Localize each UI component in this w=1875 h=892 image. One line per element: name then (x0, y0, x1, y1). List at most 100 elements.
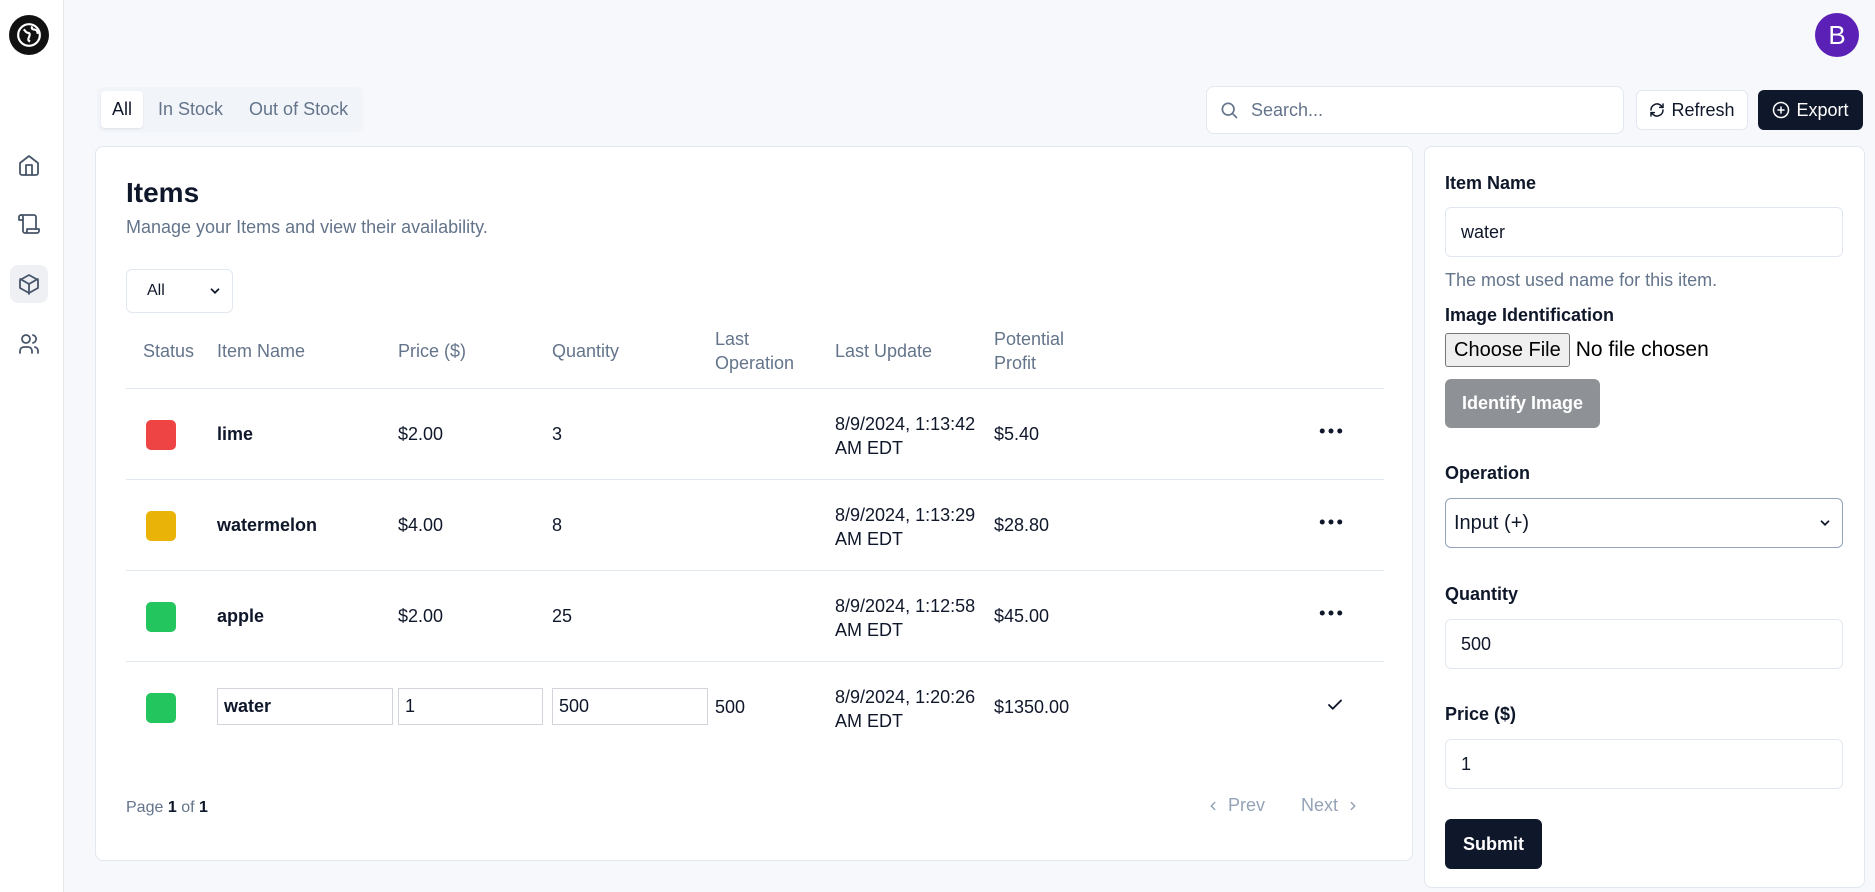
item-quantity: 3 (552, 424, 563, 444)
item-form-panel: Item Name water The most used name for t… (1424, 146, 1865, 888)
globe-icon (17, 23, 41, 47)
col-last-operation-line1: Last (715, 329, 750, 349)
app-logo[interactable] (9, 15, 49, 55)
item-price: $2.00 (398, 424, 444, 444)
update-date: 8/9/2024, 1:12:58 (835, 596, 976, 616)
item-price: $2.00 (398, 606, 444, 626)
file-input[interactable]: Choose File No file chosen (1445, 333, 1709, 367)
edit-item-name-input[interactable]: water (217, 688, 393, 725)
col-last-update: Last Update (835, 341, 933, 361)
update-date: 8/9/2024, 1:13:42 (835, 414, 976, 434)
price-input[interactable]: 1 (1445, 739, 1843, 789)
update-date: 8/9/2024, 1:13:29 (835, 505, 976, 525)
more-horizontal-icon[interactable] (1316, 603, 1346, 623)
col-status: Status (143, 341, 195, 361)
col-potential-profit: Potential Profit (994, 327, 1064, 375)
no-file-text: No file chosen (1575, 338, 1709, 361)
table-header: Status Item Name Price ($) Quantity Last… (126, 327, 1384, 389)
update-date: 8/9/2024, 1:20:26 (835, 687, 976, 707)
operation-value: Input (+) (1454, 511, 1530, 534)
filter-value: All (147, 282, 165, 299)
export-button[interactable]: Export (1758, 90, 1863, 130)
quantity-input[interactable]: 500 (1445, 619, 1843, 669)
page-subtitle: Manage your Items and view their availab… (126, 217, 488, 237)
page-title: Items (126, 177, 200, 208)
package-icon (19, 274, 39, 295)
sidebar (0, 0, 64, 892)
item-profit: $45.00 (994, 606, 1050, 626)
col-potential-profit-line2: Profit (994, 353, 1037, 373)
sidebar-item-items[interactable] (10, 265, 48, 303)
col-last-operation-line2: Operation (715, 353, 795, 373)
item-price: $4.00 (398, 515, 444, 535)
item-last-update: 8/9/2024, 1:13:42 AM EDT (835, 412, 975, 460)
item-name-hint: The most used name for this item. (1445, 270, 1718, 290)
item-name: lime (217, 424, 254, 444)
choose-file-button[interactable]: Choose File (1445, 333, 1570, 367)
next-label: Next (1301, 795, 1339, 815)
item-profit: $28.80 (994, 515, 1050, 535)
chevron-down-icon (1820, 520, 1830, 526)
item-profit: $5.40 (994, 424, 1040, 444)
more-horizontal-icon[interactable] (1316, 421, 1346, 441)
tab-all[interactable]: All (101, 91, 144, 128)
page-label: Page (126, 799, 164, 816)
operation-select[interactable]: Input (+) (1445, 498, 1843, 548)
item-name-input[interactable]: water (1445, 207, 1843, 257)
identify-image-button[interactable]: Identify Image (1445, 379, 1600, 428)
sidebar-item-scroll[interactable] (10, 205, 48, 243)
refresh-label: Refresh (1671, 99, 1735, 120)
search-input[interactable]: Search... (1206, 86, 1624, 134)
chevron-left-icon (1210, 801, 1216, 810)
tab-out-of-stock[interactable]: Out of Stock (238, 91, 359, 128)
refresh-icon (1650, 103, 1665, 117)
sidebar-item-users[interactable] (10, 325, 48, 363)
chevron-right-icon (1350, 801, 1356, 810)
next-page-button[interactable]: Next (1301, 795, 1360, 816)
item-name: watermelon (217, 515, 318, 535)
page-total: 1 (198, 799, 208, 816)
item-profit: $1350.00 (994, 697, 1070, 717)
table-row[interactable]: lime $2.00 3 8/9/2024, 1:13:42 AM EDT $5… (126, 389, 1384, 480)
stock-tabs: All In Stock Out of Stock (97, 87, 364, 132)
avatar-initial: B (1828, 19, 1846, 50)
col-price: Price ($) (398, 341, 467, 361)
col-last-operation: Last Operation (715, 327, 794, 375)
update-tz: AM EDT (835, 620, 904, 640)
avatar[interactable]: B (1815, 13, 1859, 57)
refresh-button[interactable]: Refresh (1636, 90, 1748, 130)
price-label: Price ($) (1445, 704, 1517, 724)
edit-price-input[interactable]: 1 (398, 688, 543, 725)
more-horizontal-icon[interactable] (1316, 512, 1346, 532)
export-label: Export (1796, 99, 1849, 120)
prev-label: Prev (1228, 795, 1266, 815)
edit-quantity-input[interactable]: 500 (552, 688, 708, 725)
item-last-update: 8/9/2024, 1:13:29 AM EDT (835, 503, 975, 551)
items-table: Status Item Name Price ($) Quantity Last… (126, 327, 1384, 753)
scroll-icon (18, 214, 40, 234)
status-indicator (146, 420, 176, 450)
submit-button[interactable]: Submit (1445, 819, 1542, 869)
item-last-operation: 500 (715, 697, 746, 717)
item-name-label: Item Name (1445, 173, 1537, 193)
table-row[interactable]: apple $2.00 25 8/9/2024, 1:12:58 AM EDT … (126, 571, 1384, 662)
item-last-update: 8/9/2024, 1:20:26 AM EDT (835, 685, 975, 733)
update-tz: AM EDT (835, 438, 904, 458)
table-row-editing[interactable]: water 1 500 500 8/9/2024, 1:20:26 AM EDT… (126, 662, 1384, 753)
sidebar-item-home[interactable] (10, 146, 48, 184)
update-tz: AM EDT (835, 711, 904, 731)
items-card: Items Manage your Items and view their a… (95, 146, 1413, 861)
operation-label: Operation (1445, 463, 1531, 483)
home-icon (19, 155, 39, 176)
tab-in-stock[interactable]: In Stock (147, 91, 234, 128)
users-icon (19, 334, 39, 354)
status-indicator (146, 602, 176, 632)
status-indicator (146, 511, 176, 541)
check-icon[interactable] (1326, 696, 1344, 714)
item-last-update: 8/9/2024, 1:12:58 AM EDT (835, 594, 975, 642)
col-item-name: Item Name (217, 341, 306, 361)
image-identification-label: Image Identification (1445, 305, 1615, 325)
status-filter-select[interactable]: All (126, 269, 233, 313)
table-row[interactable]: watermelon $4.00 8 8/9/2024, 1:13:29 AM … (126, 480, 1384, 571)
prev-page-button[interactable]: Prev (1206, 795, 1265, 816)
